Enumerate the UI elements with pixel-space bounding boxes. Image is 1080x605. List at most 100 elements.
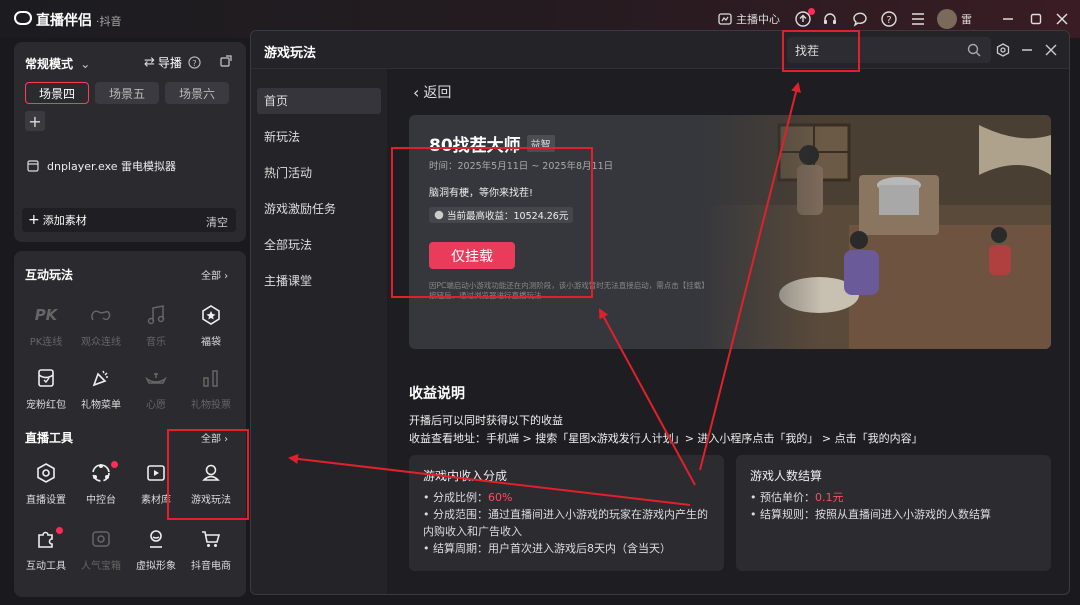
card-ratio: • 分成比例：60% <box>423 489 512 506</box>
minimize-icon[interactable] <box>998 9 1018 29</box>
card-rule: • 结算规则：按照从直播间进入小游戏的人数结算 <box>750 508 991 521</box>
maximize-icon[interactable] <box>1026 9 1046 29</box>
nav-new[interactable]: 新玩法 <box>257 124 381 150</box>
tool-gift-vote[interactable]: 礼物投票 <box>183 366 239 411</box>
mode-selector[interactable]: 常规模式 ⌄ <box>25 55 90 72</box>
card-price: • 预估单价：0.1元 <box>750 489 844 506</box>
scene-tab-4[interactable]: 场景四 <box>25 82 89 104</box>
tool-virtual-avatar[interactable]: 虚拟形象 <box>128 527 184 572</box>
menu-icon[interactable] <box>908 9 928 29</box>
dialog-title: 游戏玩法 <box>264 46 317 61</box>
svg-text:?: ? <box>886 15 891 26</box>
source-item[interactable]: dnplayer.exe 雷电模拟器 <box>27 158 176 174</box>
game-illustration <box>699 115 1051 349</box>
tool-treasure-box[interactable]: 人气宝箱 <box>73 527 129 572</box>
add-scene-button[interactable]: + <box>25 111 45 131</box>
tool-red-packet[interactable]: 宠粉红包 <box>18 366 74 411</box>
tool-gift-menu[interactable]: 礼物菜单 <box>73 366 129 411</box>
tool-pk[interactable]: PK PK连线 <box>18 303 74 348</box>
settings-icon <box>34 461 58 485</box>
clear-button[interactable]: 清空 <box>206 214 228 230</box>
mount-only-button[interactable]: 仅挂载 <box>429 242 515 269</box>
max-income-badge: 当前最高收益： 10524.26元 <box>429 207 574 223</box>
window-icon <box>27 160 39 172</box>
search-box[interactable] <box>787 37 991 63</box>
message-icon[interactable] <box>850 9 870 29</box>
popout-icon[interactable] <box>220 55 232 67</box>
tool-label: 虚拟形象 <box>136 561 176 572</box>
close-icon[interactable] <box>1052 9 1072 29</box>
add-material-button[interactable]: + 添加素材 <box>28 212 87 228</box>
game-play-icon <box>199 461 223 485</box>
max-income-label: 当前最高收益： <box>447 211 514 222</box>
income-line1: 开播后可以同时获得以下的收益 <box>409 414 563 427</box>
interactive-all-link[interactable]: 全部 › <box>201 267 228 282</box>
tool-label: 人气宝箱 <box>81 561 121 572</box>
game-title-row: 80找茬大师 益智 <box>429 131 555 156</box>
nav-anchor-class[interactable]: 主播课堂 <box>257 268 381 294</box>
tool-material-library[interactable]: 素材库 <box>128 461 184 506</box>
nav-all-games[interactable]: 全部玩法 <box>257 232 381 258</box>
income-card-player-count: 游戏人数结算 • 预估单价：0.1元 • 结算规则：按照从直播间进入小游戏的人数… <box>736 455 1051 571</box>
music-icon <box>144 303 168 327</box>
user-name: 雷 <box>961 13 972 26</box>
scene-tab-5[interactable]: 场景五 <box>95 82 159 104</box>
help-icon[interactable]: ? <box>879 9 899 29</box>
interactive-title: 互动玩法 <box>25 268 74 282</box>
tool-console[interactable]: 中控台 <box>73 461 129 506</box>
tool-music[interactable]: 音乐 <box>128 303 184 348</box>
cart-icon <box>199 527 223 551</box>
search-input[interactable] <box>795 41 955 59</box>
tool-ecommerce[interactable]: 抖音电商 <box>183 527 239 572</box>
game-banner[interactable]: 80找茬大师 益智 时间：2025年5月11日 ~ 2025年8月11日 脑洞有… <box>409 115 1051 349</box>
tool-live-settings[interactable]: 直播设置 <box>18 461 74 506</box>
nav-hot-events[interactable]: 热门活动 <box>257 160 381 186</box>
headset-icon[interactable] <box>820 9 840 29</box>
price-label: • 预估单价： <box>750 491 815 504</box>
all-label: 全部 <box>201 271 221 282</box>
anchor-center-button[interactable]: 主播中心 <box>718 9 780 29</box>
tool-audience-link[interactable]: 观众连线 <box>73 303 129 348</box>
guide-button[interactable]: ⇄ 导播 ? <box>144 54 201 71</box>
close-icon[interactable] <box>1041 40 1061 60</box>
back-button[interactable]: ‹ 返回 <box>413 82 451 102</box>
notification-dot <box>111 461 118 468</box>
tool-label: 音乐 <box>146 337 166 348</box>
tool-label: 心愿 <box>146 400 166 411</box>
live-tools-title: 直播工具 <box>25 431 74 445</box>
tool-wish[interactable]: 心愿 <box>128 366 184 411</box>
pk-icon: PK <box>34 306 58 324</box>
nav-incentive-tasks[interactable]: 游戏激励任务 <box>257 196 381 222</box>
scene-tab-6[interactable]: 场景六 <box>165 82 229 104</box>
console-icon <box>89 461 113 485</box>
settings-icon[interactable] <box>993 40 1013 60</box>
guide-label: 导播 <box>157 56 182 70</box>
app-title: 直播伴侣 <box>36 13 92 29</box>
card-title: 游戏内收入分成 <box>423 469 508 483</box>
tool-interactive-tools[interactable]: 互动工具 <box>18 527 74 572</box>
nav-home[interactable]: 首页 <box>257 88 381 114</box>
tool-lucky-bag[interactable]: 福袋 <box>183 303 239 348</box>
material-library-icon <box>144 461 168 485</box>
avatar-figure-icon <box>144 527 168 551</box>
avatar[interactable] <box>937 9 957 29</box>
dialog-nav: 首页 新玩法 热门活动 游戏激励任务 全部玩法 主播课堂 <box>251 69 387 594</box>
tool-label: 素材库 <box>141 495 171 506</box>
app-logo-icon <box>14 11 32 25</box>
help-icon: ? <box>188 56 201 69</box>
max-income-value: 10524.26元 <box>513 211 569 222</box>
game-tag: 益智 <box>526 135 555 152</box>
price-value: 0.1元 <box>815 491 844 504</box>
minimize-icon[interactable] <box>1017 40 1037 60</box>
audience-link-icon <box>89 303 113 327</box>
chevron-down-icon: ⌄ <box>80 57 91 71</box>
tool-label: 观众连线 <box>81 337 121 348</box>
mode-label: 常规模式 <box>25 57 74 71</box>
tools-panel: 互动玩法 全部 › PK PK连线 观众连线 音乐 福袋 宠粉红包 礼物菜单 心… <box>14 251 246 597</box>
live-tools-all-link[interactable]: 全部 › <box>201 430 228 445</box>
tool-game-play[interactable]: 游戏玩法 <box>183 461 239 506</box>
coin-icon <box>434 210 444 220</box>
card-range: • 分成范围：通过直播间进入小游戏的玩家在游戏内产生的内购收入和广告收入 <box>423 508 708 538</box>
income-card-revenue-share: 游戏内收入分成 • 分成比例：60% • 分成范围：通过直播间进入小游戏的玩家在… <box>409 455 724 571</box>
chevron-left-icon: ‹ <box>413 82 420 102</box>
